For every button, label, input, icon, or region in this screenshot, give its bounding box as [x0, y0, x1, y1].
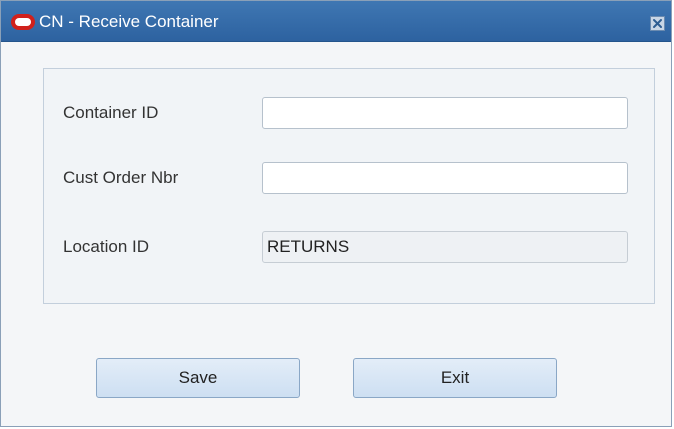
- container-id-input[interactable]: [262, 97, 628, 129]
- close-icon[interactable]: [650, 16, 665, 31]
- window-title: CN - Receive Container: [39, 12, 219, 31]
- location-id-label: Location ID: [63, 237, 149, 256]
- cust-order-nbr-input[interactable]: [262, 162, 628, 194]
- location-id-field: [262, 231, 628, 263]
- save-button[interactable]: Save: [96, 358, 300, 398]
- exit-button[interactable]: Exit: [353, 358, 557, 398]
- oracle-logo-icon: [11, 14, 35, 30]
- container-id-label: Container ID: [63, 103, 159, 122]
- receive-container-window: CN - Receive Container Container ID Cust…: [0, 0, 672, 427]
- title-bar: CN - Receive Container: [1, 1, 671, 42]
- cust-order-nbr-label: Cust Order Nbr: [63, 168, 179, 187]
